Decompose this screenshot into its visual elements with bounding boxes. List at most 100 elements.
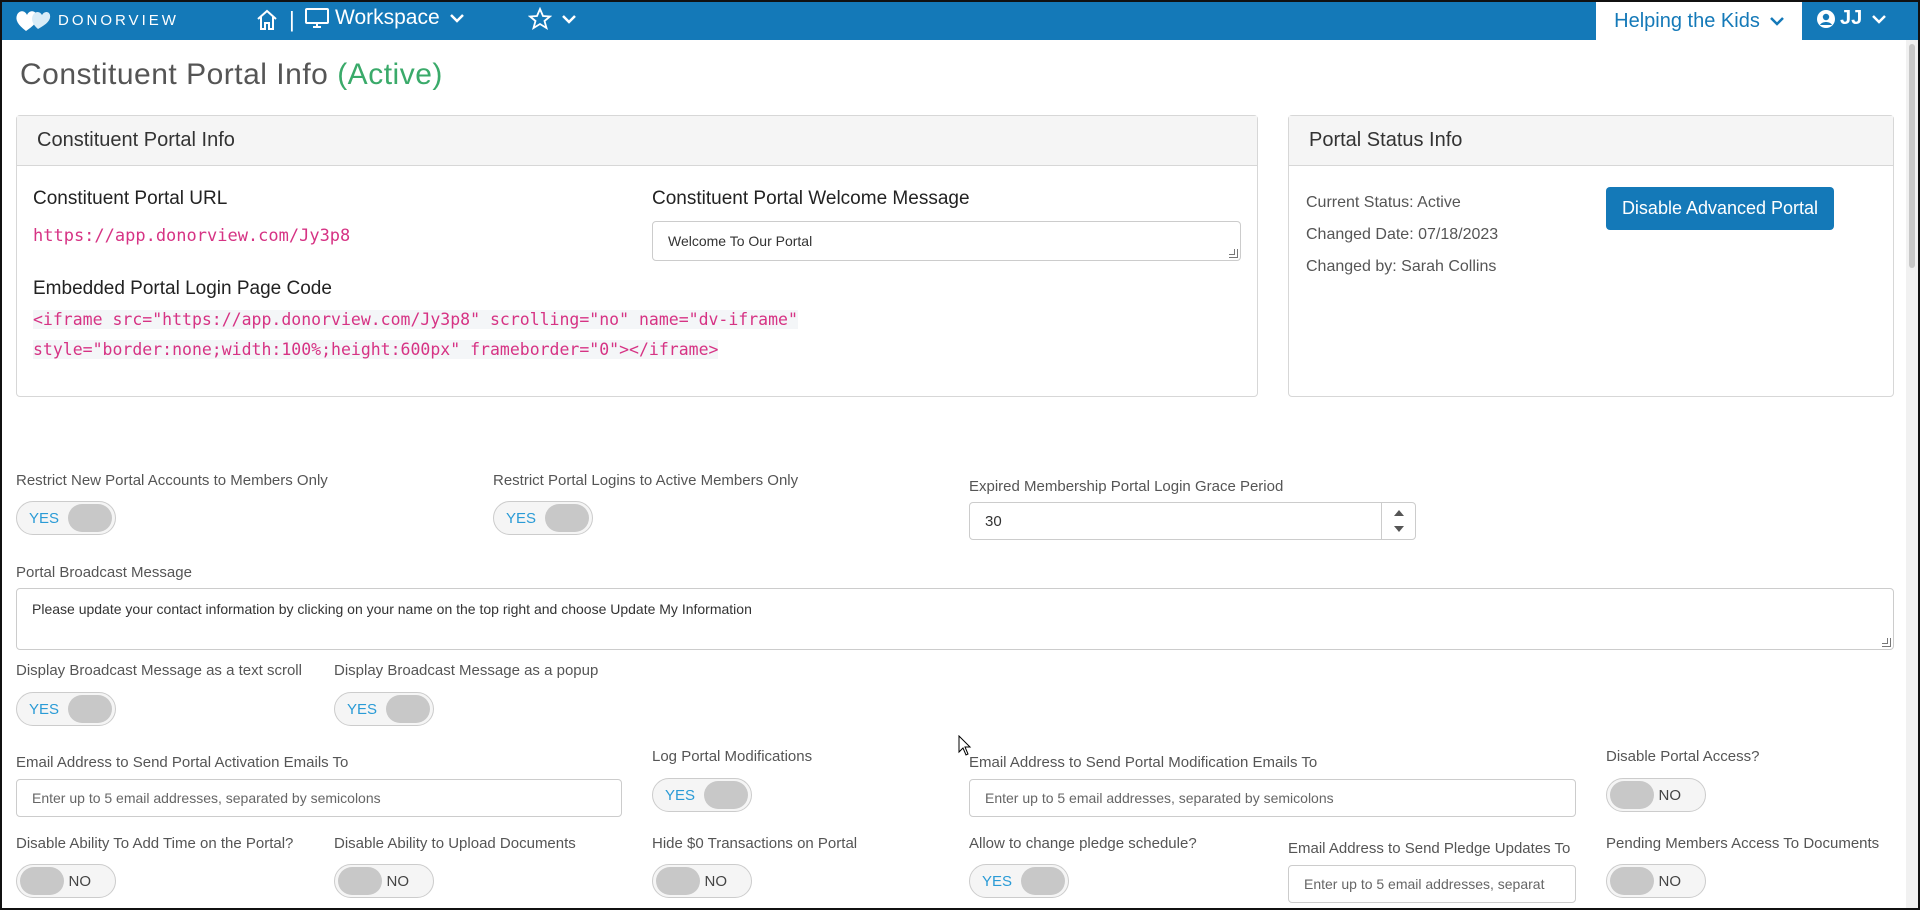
disable-access-toggle[interactable]: NO [1606,778,1706,812]
home-icon [257,9,277,30]
chevron-down-icon [562,15,576,24]
monitor-icon [305,8,329,28]
portal-url-value: https://app.donorview.com/Jy3p8 [33,226,351,246]
favorites-menu[interactable] [528,7,576,31]
toggle-state: YES [982,873,1013,890]
toggle-state: YES [29,510,60,527]
toggle-knob [68,695,112,723]
home-button[interactable] [255,8,279,37]
toggle-state: YES [506,510,537,527]
pledge-emails-placeholder: Enter up to 5 email addresses, separat [1304,876,1545,892]
pending-docs-label: Pending Members Access To Documents [1606,835,1880,852]
change-pledge-toggle[interactable]: YES [969,864,1069,898]
grace-period-label: Expired Membership Portal Login Grace Pe… [969,478,1284,495]
broadcast-popup-label: Display Broadcast Message as a popup [334,662,599,679]
disable-access-label: Disable Portal Access? [1606,748,1760,765]
restrict-new-accounts-label: Restrict New Portal Accounts to Members … [16,472,328,489]
embed-code-block: <iframe src="https://app.donorview.com/J… [33,305,798,365]
disable-upload-label: Disable Ability to Upload Documents [334,835,576,852]
toggle-knob [338,867,382,895]
log-modifications-toggle[interactable]: YES [652,778,752,812]
mouse-cursor-icon [958,735,972,756]
restrict-logins-label: Restrict Portal Logins to Active Members… [493,472,799,489]
star-icon [528,7,552,30]
page-scrollbar[interactable] [1906,40,1918,908]
broadcast-popup-toggle[interactable]: YES [334,692,434,726]
welcome-message-label: Constituent Portal Welcome Message [652,188,970,209]
broadcast-message-input[interactable]: Please update your contact information b… [16,588,1894,650]
modification-emails-placeholder: Enter up to 5 email addresses, separated… [985,790,1334,806]
spin-down-icon[interactable] [1382,521,1416,539]
activation-emails-label: Email Address to Send Portal Activation … [16,754,349,771]
pledge-emails-label: Email Address to Send Pledge Updates To [1288,840,1571,857]
toggle-knob [656,867,700,895]
toggle-knob [1610,781,1654,809]
portal-url-label: Constituent Portal URL [33,188,228,209]
user-circle-icon [1817,9,1835,28]
top-navigation-bar: DONORVIEW | Workspace Helping the Kids J… [0,0,1920,40]
restrict-new-accounts-toggle[interactable]: YES [16,501,116,535]
toggle-knob [1021,867,1065,895]
broadcast-scroll-label: Display Broadcast Message as a text scro… [16,662,302,679]
disable-add-time-label: Disable Ability To Add Time on the Porta… [16,835,294,852]
user-menu[interactable]: JJ [1816,7,1887,30]
page-title: Constituent Portal Info (Active) [20,58,443,92]
changed-date-text: Changed Date: 07/18/2023 [1306,226,1499,243]
spin-up-icon[interactable] [1382,503,1416,521]
toggle-state: YES [665,787,696,804]
chevron-down-icon [1872,14,1887,24]
scrollbar-thumb[interactable] [1909,44,1915,268]
pending-docs-toggle[interactable]: NO [1606,864,1706,898]
changed-by-text: Changed by: Sarah Collins [1306,258,1497,275]
pledge-emails-input[interactable]: Enter up to 5 email addresses, separat [1288,865,1576,903]
modification-emails-label: Email Address to Send Portal Modificatio… [969,754,1318,771]
organization-selector[interactable]: Helping the Kids [1596,2,1802,40]
current-status-text: Current Status: Active [1306,194,1461,211]
hide-zero-transactions-label: Hide $0 Transactions on Portal [652,835,858,852]
broadcast-scroll-toggle[interactable]: YES [16,692,116,726]
embed-code-label: Embedded Portal Login Page Code [33,278,332,299]
toggle-state: NO [704,873,728,890]
grace-period-input[interactable]: 30 [969,502,1416,540]
portal-info-heading: Constituent Portal Info [17,116,1257,166]
disable-upload-toggle[interactable]: NO [334,864,434,898]
toggle-state: NO [1658,873,1682,890]
activation-emails-input[interactable]: Enter up to 5 email addresses, separated… [16,779,622,817]
grace-period-value: 30 [985,513,1002,530]
resize-handle-icon[interactable] [1882,638,1891,647]
embed-code-line: <iframe src="https://app.donorview.com/J… [33,310,798,329]
chevron-down-icon [1769,17,1784,26]
number-spinner[interactable] [1381,503,1415,539]
toggle-state: NO [386,873,410,890]
welcome-message-input[interactable]: Welcome To Our Portal [652,221,1241,261]
restrict-logins-toggle[interactable]: YES [493,501,593,535]
user-initials: JJ [1840,7,1863,29]
toggle-state: NO [1658,787,1682,804]
toggle-knob [704,781,748,809]
workspace-menu[interactable]: Workspace [305,6,464,30]
toggle-knob [545,504,589,532]
resize-handle-icon[interactable] [1229,249,1238,258]
toggle-knob [20,867,64,895]
disable-add-time-toggle[interactable]: NO [16,864,116,898]
nav-separator: | [289,7,295,32]
toggle-state: YES [347,701,378,718]
welcome-message-value: Welcome To Our Portal [668,233,813,249]
hide-zero-transactions-toggle[interactable]: NO [652,864,752,898]
donorview-logo[interactable]: DONORVIEW [14,6,179,34]
broadcast-message-value: Please update your contact information b… [32,601,752,617]
chevron-down-icon [449,14,464,23]
modification-emails-input[interactable]: Enter up to 5 email addresses, separated… [969,779,1576,817]
broadcast-message-label: Portal Broadcast Message [16,564,192,581]
toggle-knob [1610,867,1654,895]
toggle-knob [386,695,430,723]
disable-advanced-portal-button[interactable]: Disable Advanced Portal [1606,187,1834,230]
logo-text: DONORVIEW [58,11,179,29]
activation-emails-placeholder: Enter up to 5 email addresses, separated… [32,790,381,806]
toggle-state: NO [68,873,92,890]
toggle-knob [68,504,112,532]
log-modifications-label: Log Portal Modifications [652,748,813,765]
heart-logo-icon [16,11,51,31]
portal-status-panel: Portal Status Info [1288,115,1894,397]
organization-label: Helping the Kids [1614,9,1760,32]
